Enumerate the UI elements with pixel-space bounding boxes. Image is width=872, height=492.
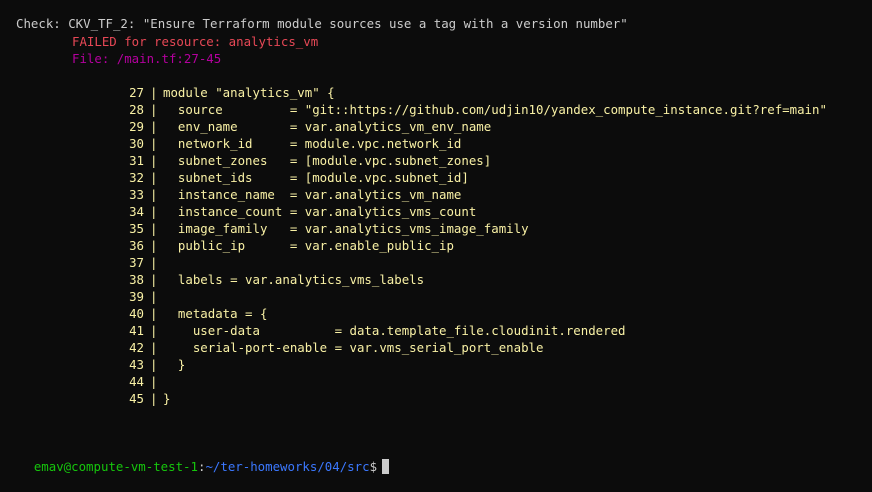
code-text: serial-port-enable = var.vms_serial_port… (163, 340, 544, 355)
prompt-user-host: emav@compute-vm-test-1 (33, 459, 198, 474)
gutter-bar: | (150, 221, 158, 236)
line-number: 41 (129, 323, 144, 338)
gutter-bar: | (150, 357, 158, 372)
file-location: File: /main.tf:27-45 (72, 51, 222, 66)
gutter-bar: | (150, 323, 158, 338)
gutter-bar: | (150, 374, 158, 389)
code-text: labels = var.analytics_vms_labels (163, 272, 425, 287)
gutter-bar: | (150, 306, 158, 321)
code-text: subnet_zones = [module.vpc.subnet_zones] (163, 153, 492, 168)
text-cursor (382, 459, 390, 474)
gutter-bar: | (150, 272, 158, 287)
code-text: image_family = var.analytics_vms_image_f… (163, 221, 529, 236)
line-number: 32 (129, 170, 144, 185)
code-text: module "analytics_vm" { (163, 85, 335, 100)
line-number: 31 (129, 153, 144, 168)
prompt-symbol: $ (369, 459, 378, 474)
code-text: public_ip = var.enable_public_ip (163, 238, 454, 253)
code-text: subnet_ids = [module.vpc.subnet_id] (163, 170, 469, 185)
gutter-bar: | (150, 119, 158, 134)
code-text: } (163, 357, 186, 372)
line-number: 34 (129, 204, 144, 219)
code-text: source = "git::https://github.com/udjin1… (163, 102, 827, 117)
line-number: 38 (129, 272, 144, 287)
line-number: 29 (129, 119, 144, 134)
line-number: 40 (129, 306, 144, 321)
terminal-window[interactable]: Check: CKV_TF_2: "Ensure Terraform modul… (0, 0, 872, 474)
line-number: 30 (129, 136, 144, 151)
shell-prompt[interactable]: emav@compute-vm-test-1:~/ter-homeworks/0… (4, 441, 390, 474)
gutter-bar: | (150, 204, 158, 219)
gutter-bar: | (150, 170, 158, 185)
gutter-bar: | (150, 289, 158, 304)
gutter-bar: | (150, 102, 158, 117)
gutter-bar: | (150, 136, 158, 151)
line-number: 35 (129, 221, 144, 236)
code-text: instance_name = var.analytics_vm_name (163, 187, 462, 202)
gutter-bar: | (150, 187, 158, 202)
gutter-bar: | (150, 255, 158, 270)
code-text: instance_count = var.analytics_vms_count (163, 204, 477, 219)
failed-resource-message: FAILED for resource: analytics_vm (72, 34, 319, 49)
line-number: 33 (129, 187, 144, 202)
line-number: 28 (129, 102, 144, 117)
check-title: Check: CKV_TF_2: "Ensure Terraform modul… (16, 16, 628, 31)
line-number: 27 (129, 85, 144, 100)
line-number: 39 (129, 289, 144, 304)
code-text: env_name = var.analytics_vm_env_name (163, 119, 492, 134)
line-number: 45 (129, 391, 144, 406)
line-number: 36 (129, 238, 144, 253)
line-number: 43 (129, 357, 144, 372)
code-text: metadata = { (163, 306, 268, 321)
gutter-bar: | (150, 391, 158, 406)
gutter-bar: | (150, 238, 158, 253)
prompt-path: ~/ter-homeworks/04/src (205, 459, 370, 474)
code-text: user-data = data.template_file.cloudinit… (163, 323, 626, 338)
gutter-bar: | (150, 340, 158, 355)
gutter-bar: | (150, 85, 158, 100)
gutter-bar: | (150, 153, 158, 168)
line-number: 42 (129, 340, 144, 355)
line-number: 37 (129, 255, 144, 270)
code-text: } (163, 391, 171, 406)
code-text: network_id = module.vpc.network_id (163, 136, 462, 151)
line-number: 44 (129, 374, 144, 389)
